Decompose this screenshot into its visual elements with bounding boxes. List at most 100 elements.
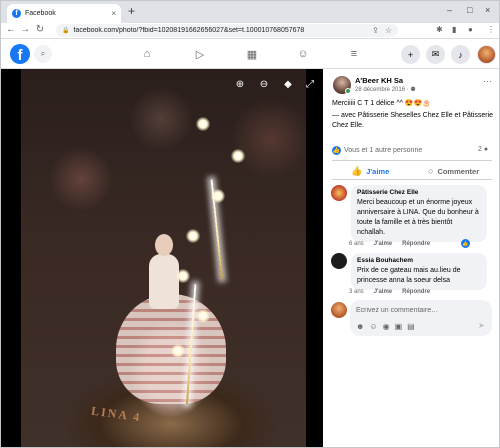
comment-count-number: 2 [478, 146, 482, 153]
spark [196, 117, 210, 131]
photo-viewer: LINA 4 ⊕ ⊖ ◆ ⤢ [1, 69, 323, 447]
online-indicator [345, 88, 351, 94]
url-text[interactable]: facebook.com/photo/?fbid=102081916626560… [73, 27, 366, 34]
thumbs-up-icon: 👍 [351, 166, 363, 176]
marketplace-icon[interactable]: ▦ [244, 46, 260, 62]
comment-like-badge-icon[interactable]: 👍 [461, 239, 470, 248]
account-avatar[interactable] [477, 45, 496, 64]
sticker-icon[interactable]: ▤ [407, 322, 415, 331]
send-icon[interactable]: ➤ [478, 321, 485, 330]
profile-icon[interactable]: ● [468, 25, 473, 34]
post-panel: A'Beer KH Sa 28 décembre 2016 · ⚉ ··· Me… [323, 69, 499, 447]
facebook-favicon-icon: f [12, 9, 21, 18]
zoom-in-icon[interactable]: ⊕ [233, 79, 247, 90]
comment-input[interactable] [356, 305, 486, 315]
messenger-icon[interactable]: ✉ [426, 45, 445, 64]
extensions-icon[interactable]: ✱ [436, 25, 443, 34]
close-window-button[interactable]: × [485, 5, 490, 15]
comment-bubble-icon: ○ [428, 166, 434, 176]
gif-icon[interactable]: ▣ [395, 322, 403, 331]
comment-time[interactable]: 3 ans [349, 289, 364, 295]
menu-icon[interactable]: ≡ [346, 46, 362, 62]
tab-bar: f Facebook × + – □ × [1, 1, 499, 23]
sidepanel-icon[interactable]: ▮ [452, 25, 456, 34]
tag-icon[interactable]: ◆ [281, 79, 295, 90]
spark [176, 269, 190, 283]
comment-meta: 3 ans J'aime Répondre [349, 289, 430, 295]
comment-text: Prix de ce gateau mais au.lieu de prince… [357, 267, 461, 284]
divider [332, 160, 492, 161]
maximize-button[interactable]: □ [467, 5, 472, 15]
back-icon[interactable]: ← [5, 24, 17, 35]
comment-button[interactable]: ○ Commenter [428, 166, 479, 176]
emoji-icon[interactable]: ☺ [369, 322, 377, 331]
like-label: J'aime [366, 167, 390, 176]
comment-count[interactable]: 2 ● [478, 146, 488, 153]
tab-close-icon[interactable]: × [111, 9, 116, 18]
tab-title: Facebook [25, 10, 56, 17]
divider [332, 179, 492, 180]
comment-time[interactable]: 6 ans [349, 241, 364, 247]
spark [186, 229, 200, 243]
spark [231, 149, 245, 163]
facebook-topbar: f ⌕ ⌂ ▷ ▦ ☺ ≡ + ✉ ♪ [1, 39, 499, 69]
new-tab-button[interactable]: + [128, 4, 135, 18]
birthday-cake-photo[interactable]: LINA 4 [21, 69, 306, 447]
avatar-sticker-icon[interactable]: ☻ [356, 322, 364, 331]
comment-bubble: Essia Bouhachem Prix de ce gateau mais a… [351, 253, 487, 290]
home-icon[interactable]: ⌂ [139, 46, 155, 62]
post-with-tags[interactable]: — avec Pâtisserie Sheselles Chez Elle et… [332, 111, 497, 131]
groups-icon[interactable]: ☺ [295, 46, 311, 62]
comment-reply-link[interactable]: Répondre [402, 289, 430, 295]
browser-menu-icon[interactable]: ⋮ [487, 25, 495, 34]
like-button[interactable]: 👍 J'aime [351, 166, 389, 177]
commenter-name[interactable]: Essia Bouhachem [357, 257, 481, 264]
commenter-name[interactable]: Pâtisserie Chez Elle [357, 189, 481, 196]
forward-icon[interactable]: → [19, 24, 31, 35]
minimize-button[interactable]: – [447, 5, 452, 15]
post-date-text: 28 décembre 2016 · [355, 87, 411, 93]
comment-like-link[interactable]: J'aime [374, 241, 392, 247]
fullscreen-icon[interactable]: ⤢ [303, 79, 317, 90]
notifications-icon[interactable]: ♪ [451, 45, 470, 64]
comment-count-icon: ● [483, 146, 489, 153]
browser-window: f Facebook × + – □ × ← → ↻ 🔒 facebook.co… [0, 0, 500, 448]
commenter-avatar[interactable] [331, 253, 347, 269]
browser-tab[interactable]: f Facebook × [7, 4, 121, 23]
comment-label: Commenter [437, 166, 480, 176]
address-bar-row: ← → ↻ 🔒 facebook.com/photo/?fbid=1020819… [1, 23, 499, 39]
comment-reply-link[interactable]: Répondre [402, 241, 430, 247]
cake-doll-body [149, 254, 179, 309]
comment-bubble: Pâtisserie Chez Elle Merci beaucoup et u… [351, 185, 487, 242]
post-date[interactable]: 28 décembre 2016 · ⚉ [355, 86, 416, 93]
commenter-avatar[interactable] [331, 185, 347, 201]
spark [211, 189, 225, 203]
bookmark-star-icon[interactable]: ☆ [385, 26, 392, 35]
lock-icon: 🔒 [62, 28, 70, 34]
spark [171, 344, 185, 358]
camera-icon[interactable]: ◉ [383, 322, 390, 331]
search-icon[interactable]: ⌕ [34, 45, 52, 63]
omnibox[interactable]: 🔒 facebook.com/photo/?fbid=1020819166265… [56, 24, 398, 37]
reload-icon[interactable]: ↻ [34, 24, 46, 35]
cake-doll-head [155, 234, 173, 256]
comment-meta: 6 ans J'aime Répondre [349, 241, 430, 247]
composer-tools: ☻ ☺ ◉ ▣ ▤ [356, 322, 415, 331]
share-icon[interactable]: ⇪ [372, 26, 379, 35]
comment-text: Merci beaucoup et un énorme joyeux anniv… [357, 199, 479, 236]
create-icon[interactable]: + [401, 45, 420, 64]
spark [196, 309, 210, 323]
cake-lettering: LINA 4 [90, 403, 143, 425]
comment-composer: ☻ ☺ ◉ ▣ ▤ ➤ [350, 300, 492, 336]
post-text: Merciiiii C T 1 délice ^^ 😍😍🎂 [332, 100, 431, 107]
watch-icon[interactable]: ▷ [192, 46, 208, 62]
reactions-text: Vous et 1 autre personne [344, 147, 423, 154]
composer-avatar [331, 302, 347, 318]
post-author[interactable]: A'Beer KH Sa [355, 76, 403, 85]
like-reaction-icon: 👍 [332, 146, 341, 155]
more-options-icon[interactable]: ··· [483, 76, 492, 86]
zoom-out-icon[interactable]: ⊖ [257, 79, 271, 90]
comment-like-link[interactable]: J'aime [374, 289, 392, 295]
reactions-summary[interactable]: 👍 Vous et 1 autre personne [332, 146, 422, 155]
facebook-logo[interactable]: f [10, 44, 30, 64]
